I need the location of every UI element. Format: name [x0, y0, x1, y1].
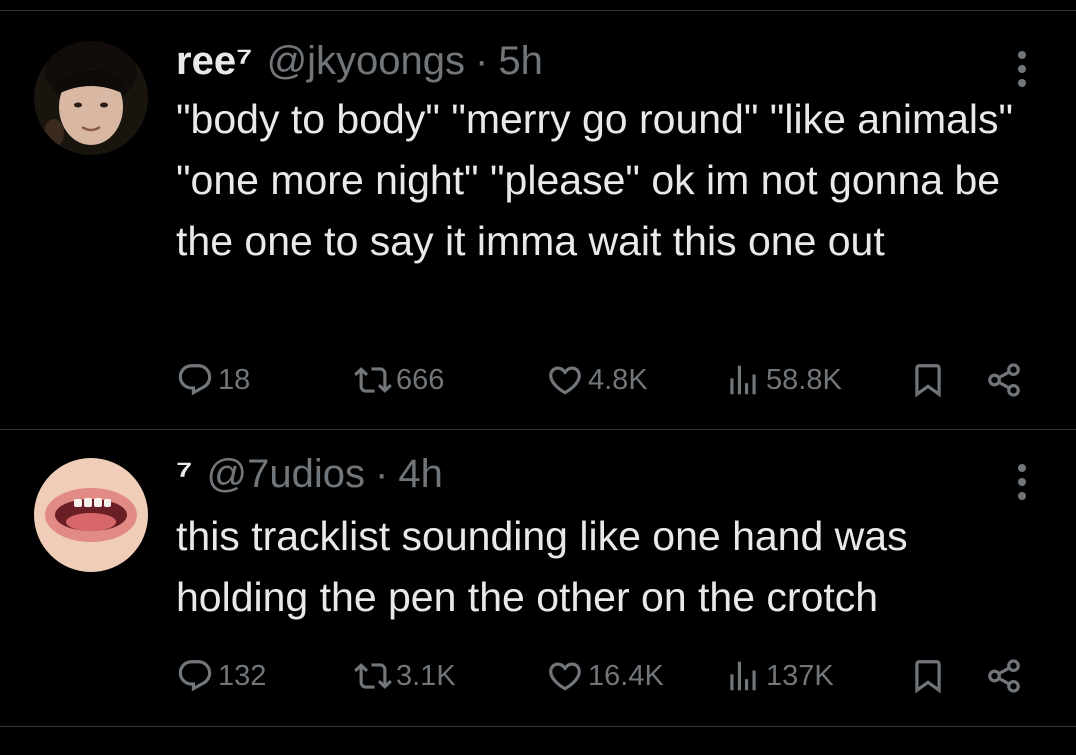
timestamp[interactable]: 5h	[498, 39, 543, 84]
retweet-button[interactable]: 3.1K	[354, 654, 456, 698]
retweet-icon	[354, 663, 392, 689]
avatar[interactable]	[34, 41, 148, 155]
view-count: 58.8K	[766, 363, 842, 396]
reply-icon	[178, 660, 212, 692]
timestamp[interactable]: 4h	[398, 452, 443, 497]
tweet-text: "body to body" "merry go round" "like an…	[176, 96, 1014, 264]
separator-dot: ·	[475, 39, 489, 83]
retweet-icon	[354, 367, 392, 393]
avatar-photo-face	[34, 41, 148, 155]
display-name[interactable]: ree⁷	[176, 39, 253, 84]
bookmark-icon	[915, 364, 941, 398]
user-handle[interactable]: @jkyoongs	[267, 39, 465, 84]
separator-dot: ·	[375, 452, 389, 496]
views-icon	[730, 661, 756, 691]
tweet-header: ⁷ @7udios · 4h	[176, 452, 443, 500]
heart-icon	[549, 366, 581, 395]
bookmark-button[interactable]	[909, 358, 947, 402]
tweet-text: this tracklist sounding like one hand wa…	[176, 513, 908, 620]
bookmark-icon	[915, 660, 941, 694]
retweet-button[interactable]: 666	[354, 358, 444, 402]
retweet-count: 666	[396, 363, 445, 396]
view-count: 137K	[766, 659, 834, 692]
bookmark-button[interactable]	[909, 654, 947, 698]
more-icon[interactable]	[1008, 47, 1036, 91]
reply-count: 132	[218, 659, 267, 692]
like-count: 16.4K	[588, 659, 664, 692]
tweet[interactable]: ree⁷ @jkyoongs · 5h "body to body" "merr…	[0, 11, 1076, 430]
share-button[interactable]	[985, 358, 1023, 402]
tweet-actions: 18 666 4.8K 58.8K	[176, 358, 1036, 402]
avatar-photo-mouth	[34, 458, 148, 572]
like-button[interactable]: 16.4K	[546, 654, 664, 698]
retweet-count: 3.1K	[396, 659, 456, 692]
share-icon	[988, 363, 1020, 397]
like-count: 4.8K	[588, 363, 648, 396]
views-icon	[730, 365, 756, 395]
user-handle[interactable]: @7udios	[207, 452, 365, 497]
more-icon[interactable]	[1008, 460, 1036, 504]
share-icon	[988, 659, 1020, 693]
views-button[interactable]: 137K	[724, 654, 834, 698]
heart-icon	[549, 662, 581, 691]
share-button[interactable]	[985, 654, 1023, 698]
like-button[interactable]: 4.8K	[546, 358, 648, 402]
reply-button[interactable]: 132	[176, 654, 266, 698]
tweet-actions: 132 3.1K 16.4K 137K	[176, 654, 1036, 698]
reply-icon	[178, 364, 212, 396]
tweet-header: ree⁷ @jkyoongs · 5h	[176, 39, 543, 87]
views-button[interactable]: 58.8K	[724, 358, 842, 402]
tweet[interactable]: ⁷ @7udios · 4h this tracklist sounding l…	[0, 430, 1076, 727]
reply-count: 18	[218, 363, 251, 396]
avatar[interactable]	[34, 458, 148, 572]
reply-button[interactable]: 18	[176, 358, 250, 402]
display-name[interactable]: ⁷	[176, 452, 193, 497]
